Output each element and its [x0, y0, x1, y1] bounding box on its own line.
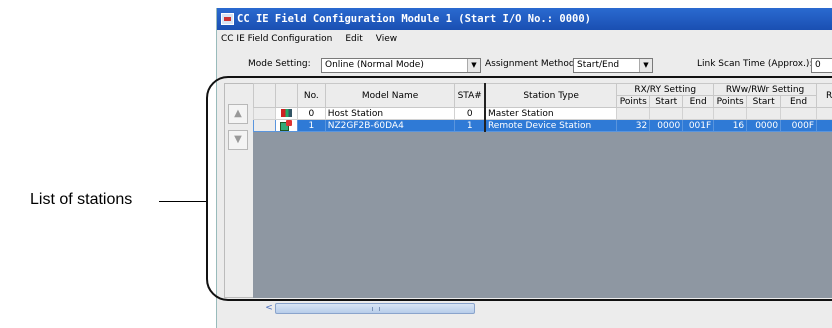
cell-rw-end[interactable] — [781, 108, 817, 120]
mode-setting-label: Mode Setting: — [248, 59, 311, 69]
callout-leader-line — [159, 201, 206, 202]
cell-station-type[interactable]: Remote Device Station — [485, 120, 617, 132]
cell-rw-start[interactable]: 0000 — [747, 120, 781, 132]
chevron-down-icon[interactable]: ▼ — [467, 59, 480, 72]
assignment-method-label: Assignment Method: — [485, 59, 578, 69]
cell-rx-end[interactable]: 001F — [683, 120, 714, 132]
cell-no[interactable]: 0 — [297, 108, 325, 120]
cell-station-type[interactable]: Master Station — [485, 108, 617, 120]
header-blank — [254, 84, 276, 108]
chevron-down-icon[interactable]: ▼ — [639, 59, 652, 72]
table-row[interactable]: 1 NZ2GF2B-60DA4 1 Remote Device Station … — [254, 120, 832, 132]
header-station-type[interactable]: Station Type — [485, 84, 617, 108]
cell-ren[interactable] — [817, 120, 832, 132]
triangle-up-icon: ▲ — [234, 108, 242, 119]
callout-label: List of stations — [30, 191, 132, 209]
header-model-name[interactable]: Model Name — [325, 84, 455, 108]
assignment-method-value: Start/End — [577, 60, 619, 70]
row-selector[interactable] — [254, 108, 276, 120]
cell-ren[interactable] — [817, 108, 832, 120]
remote-device-icon — [275, 120, 297, 132]
header-rx-points: Points — [617, 96, 650, 108]
app-icon — [221, 13, 234, 25]
title-bar: CC IE Field Configuration Module 1 (Star… — [217, 8, 832, 30]
cell-model-name[interactable]: NZ2GF2B-60DA4 — [325, 120, 455, 132]
triangle-down-icon: ▼ — [234, 134, 242, 145]
cell-rw-points[interactable]: 16 — [714, 120, 747, 132]
cell-rx-start[interactable] — [650, 108, 683, 120]
header-rx-start: Start — [650, 96, 683, 108]
cell-sta[interactable]: 1 — [455, 120, 485, 132]
cell-rw-start[interactable] — [747, 108, 781, 120]
header-no[interactable]: No. — [297, 84, 325, 108]
table-row[interactable]: 0 Host Station 0 Master Station — [254, 108, 832, 120]
row-selector[interactable] — [254, 120, 276, 132]
header-rww-rwr-setting: RWw/RWr Setting — [714, 84, 817, 96]
horizontal-scrollbar[interactable]: < — [253, 300, 832, 315]
cell-model-name[interactable]: Host Station — [325, 108, 455, 120]
header-rx-end: End — [683, 96, 714, 108]
assignment-method-select[interactable]: Start/End ▼ — [573, 58, 653, 73]
cell-sta[interactable]: 0 — [455, 108, 485, 120]
scrollbar-thumb[interactable] — [275, 303, 475, 314]
station-list-grid: No. Model Name STA# Station Type RX/RY S… — [253, 83, 832, 298]
header-sta[interactable]: STA# — [455, 84, 485, 108]
header-icon — [275, 84, 297, 108]
menu-edit[interactable]: Edit — [345, 34, 362, 44]
cell-no[interactable]: 1 — [297, 120, 325, 132]
header-rw-start: Start — [747, 96, 781, 108]
header-rw-points: Points — [714, 96, 747, 108]
menu-bar: CC IE Field Configuration Edit View — [217, 30, 832, 48]
cell-rx-points[interactable]: 32 — [617, 120, 650, 132]
host-station-icon — [275, 108, 297, 120]
cell-rw-points[interactable] — [714, 108, 747, 120]
link-scan-time-field[interactable]: 0 — [811, 58, 832, 73]
mode-setting-value: Online (Normal Mode) — [325, 60, 424, 70]
station-sort-pane: ▲ ▼ — [224, 83, 254, 298]
header-rx-ry-setting: RX/RY Setting — [617, 84, 714, 96]
link-scan-time-value: 0 — [815, 60, 821, 70]
scroll-left-icon[interactable]: < — [263, 303, 275, 314]
cell-rx-start[interactable]: 0000 — [650, 120, 683, 132]
cell-rx-end[interactable] — [683, 108, 714, 120]
configuration-window: CC IE Field Configuration Module 1 (Star… — [216, 8, 832, 328]
move-down-button[interactable]: ▼ — [228, 130, 248, 150]
station-table: No. Model Name STA# Station Type RX/RY S… — [253, 83, 832, 132]
grip-icon — [372, 307, 380, 311]
header-rw-end: End — [781, 96, 817, 108]
link-scan-time-label: Link Scan Time (Approx.): — [697, 59, 812, 69]
move-up-button[interactable]: ▲ — [228, 104, 248, 124]
cell-rx-points[interactable] — [617, 108, 650, 120]
menu-cc-ie-field-configuration[interactable]: CC IE Field Configuration — [221, 34, 332, 44]
cell-rw-end[interactable]: 000F — [781, 120, 817, 132]
menu-view[interactable]: View — [376, 34, 397, 44]
toolbar: Mode Setting: Online (Normal Mode) ▼ Ass… — [217, 48, 832, 78]
mode-setting-select[interactable]: Online (Normal Mode) ▼ — [321, 58, 481, 73]
window-title: CC IE Field Configuration Module 1 (Star… — [237, 13, 591, 25]
header-ren: Ren — [817, 84, 832, 108]
